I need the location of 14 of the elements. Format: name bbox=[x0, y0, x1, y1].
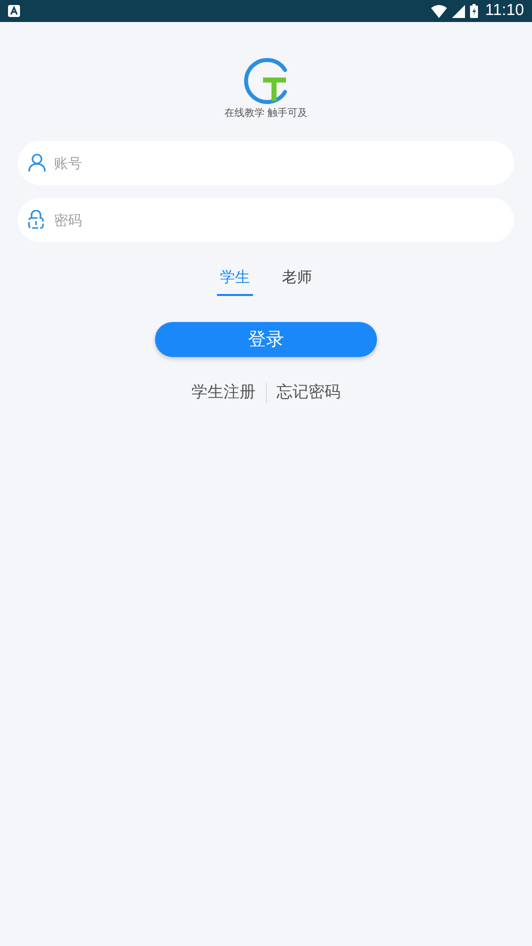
clock-time: 11:10 bbox=[485, 3, 524, 19]
battery-icon bbox=[470, 4, 478, 18]
register-link[interactable]: 学生注册 bbox=[192, 380, 256, 404]
app-notification-icon bbox=[8, 5, 20, 17]
logo-tagline: 在线教学 触手可及 bbox=[224, 109, 308, 119]
login-button[interactable]: 登录 bbox=[155, 322, 377, 356]
wifi-icon bbox=[431, 4, 448, 18]
account-field[interactable]: 账号 bbox=[18, 141, 514, 185]
role-tab[interactable]: 老师 bbox=[279, 267, 315, 296]
forgot-password-link[interactable]: 忘记密码 bbox=[276, 380, 340, 404]
signal-icon bbox=[452, 4, 466, 18]
password-field[interactable]: 密码 bbox=[18, 198, 514, 242]
lock-icon bbox=[28, 210, 44, 229]
user-icon bbox=[28, 153, 46, 172]
